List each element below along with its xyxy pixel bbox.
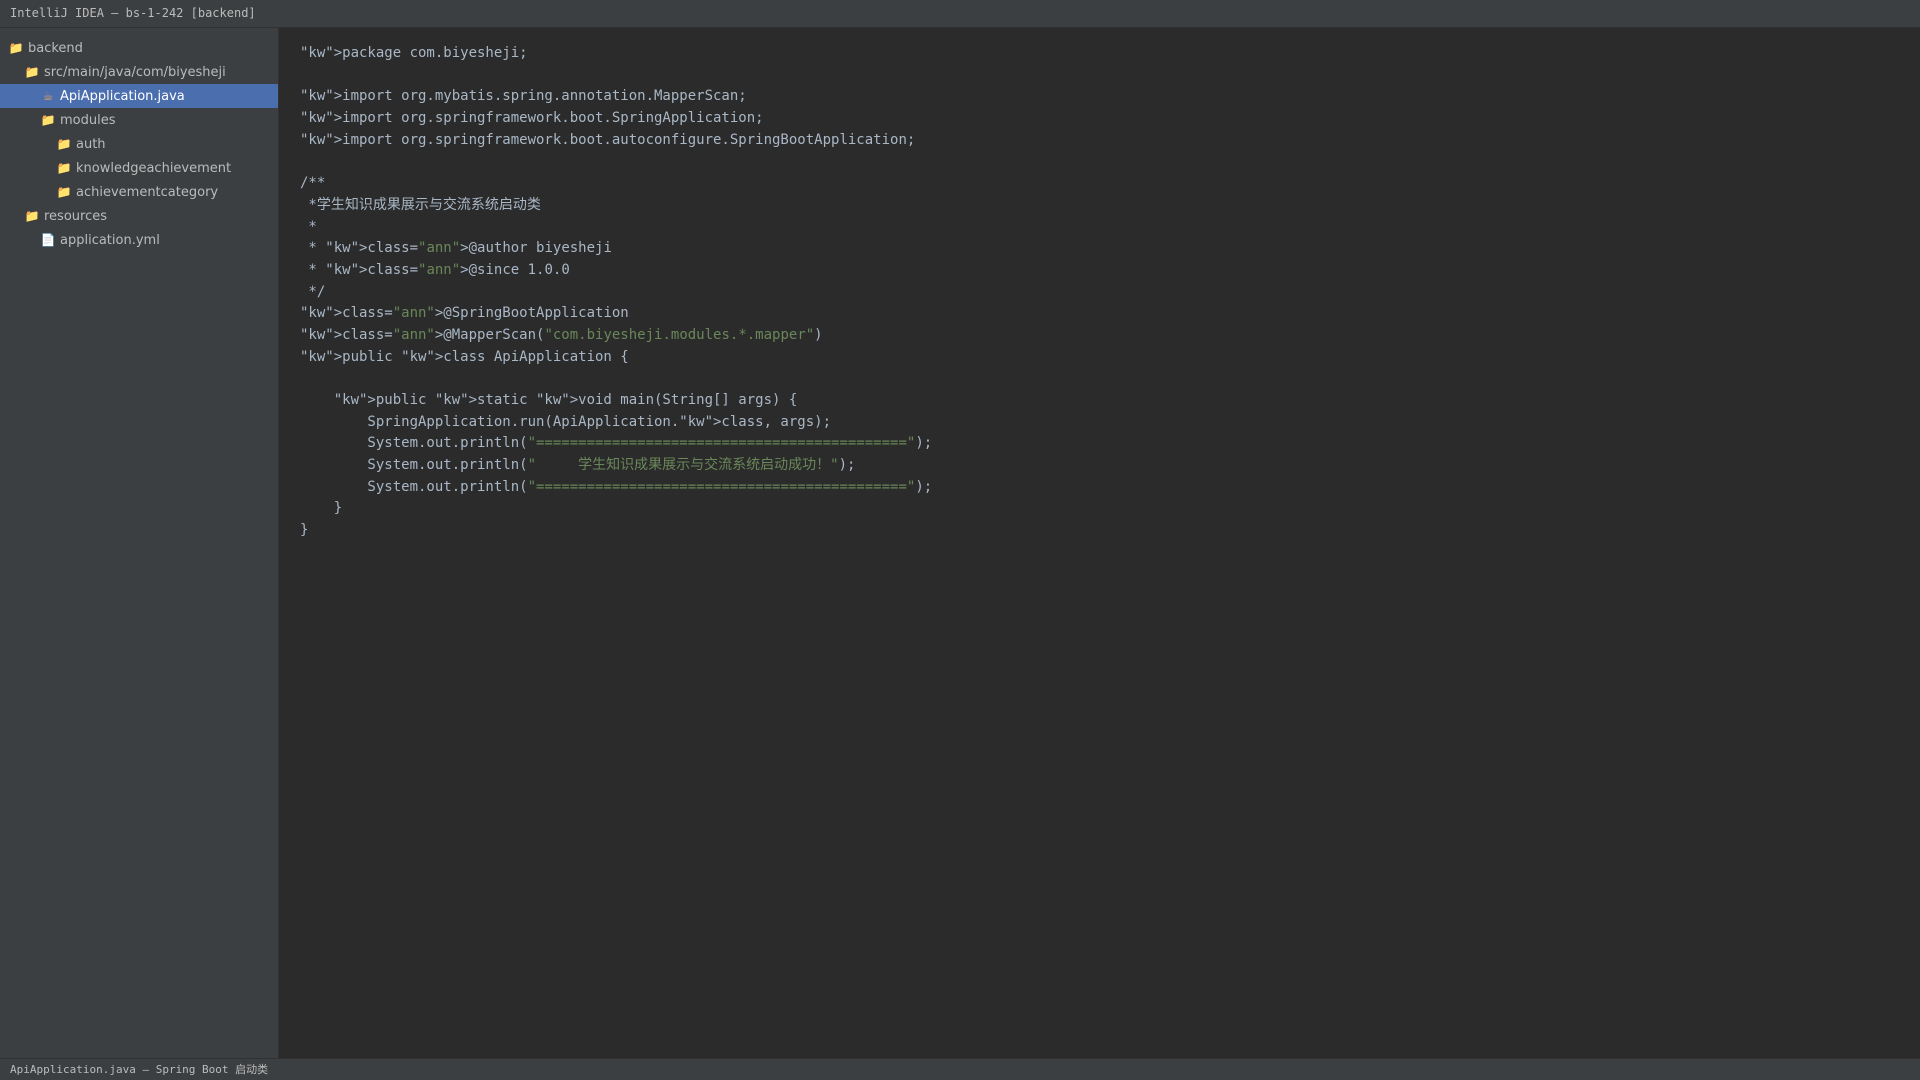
code-text: * "kw">class= xyxy=(300,240,419,257)
tree-item[interactable]: 📁 src/main/java/com/biyesheji xyxy=(0,60,278,84)
code-text: >@SpringBootApplication xyxy=(434,305,629,322)
code-line: * xyxy=(300,217,1920,239)
tree-item-label: modules xyxy=(60,113,116,128)
file-icon: 📄 xyxy=(40,233,56,247)
code-text: >@since 1.0.0 xyxy=(460,261,570,278)
code-text: *学生知识成果展示与交流系统启动类 xyxy=(300,196,541,213)
code-line: */ xyxy=(300,282,1920,304)
code-text: System.out.println( xyxy=(300,457,528,474)
tree-item-label: knowledgeachievement xyxy=(76,161,232,176)
code-text: "kw">import org.springframework.boot.Spr… xyxy=(300,110,764,127)
code-line: "kw">class="ann">@SpringBootApplication xyxy=(300,303,1920,325)
tree-item-label: backend xyxy=(28,41,83,56)
code-string: " 学生知识成果展示与交流系统启动成功！" xyxy=(527,457,839,474)
code-string: "ann" xyxy=(418,261,461,278)
tree-item[interactable]: 📁 resources xyxy=(0,204,278,228)
code-line: System.out.println(" 学生知识成果展示与交流系统启动成功！"… xyxy=(300,455,1920,477)
code-string: "ann" xyxy=(418,240,461,257)
code-line: "kw">import org.springframework.boot.aut… xyxy=(300,130,1920,152)
code-text: "kw">class= xyxy=(300,305,393,322)
code-line: "kw">public "kw">static "kw">void main(S… xyxy=(300,390,1920,412)
code-string: "ann" xyxy=(392,326,435,343)
code-line: } xyxy=(300,498,1920,520)
status-bar: ApiApplication.java — Spring Boot 启动类 xyxy=(0,1058,1920,1080)
code-text: ) xyxy=(814,326,823,343)
code-line: "kw">import org.springframework.boot.Spr… xyxy=(300,108,1920,130)
status-text: ApiApplication.java — Spring Boot 启动类 xyxy=(10,1063,269,1076)
code-text: } xyxy=(300,522,309,539)
code-text: */ xyxy=(300,283,326,300)
code-line: "kw">class="ann">@MapperScan("com.biyesh… xyxy=(300,325,1920,347)
code-line: System.out.println("====================… xyxy=(300,433,1920,455)
code-string: "com.biyesheji.modules.*.mapper" xyxy=(544,326,815,343)
tree-item-label: auth xyxy=(76,137,106,152)
code-text: "kw">class= xyxy=(300,326,393,343)
folder-icon: 📁 xyxy=(24,65,40,79)
code-line: SpringApplication.run(ApiApplication."kw… xyxy=(300,412,1920,434)
code-string: "=======================================… xyxy=(527,435,916,452)
folder-icon: 📁 xyxy=(40,113,56,127)
tree-item[interactable]: 📁 knowledgeachievement xyxy=(0,156,278,180)
tree-item-label: resources xyxy=(44,209,108,224)
tree-item-label: ApiApplication.java xyxy=(60,89,185,104)
tree-item[interactable]: 📁 achievementcategory xyxy=(0,180,278,204)
code-text: "kw">public "kw">static "kw">void main(S… xyxy=(300,392,798,408)
code-line: "kw">import org.mybatis.spring.annotatio… xyxy=(300,86,1920,108)
code-line: *学生知识成果展示与交流系统启动类 xyxy=(300,195,1920,217)
code-text: System.out.println( xyxy=(300,435,528,452)
code-text: ); xyxy=(838,457,856,474)
code-text: } xyxy=(300,500,343,517)
code-text: System.out.println( xyxy=(300,478,528,495)
code-line: * "kw">class="ann">@since 1.0.0 xyxy=(300,260,1920,282)
tree-item[interactable]: 📁 modules xyxy=(0,108,278,132)
tree-item-label: achievementcategory xyxy=(76,185,219,200)
tree-item[interactable]: ☕ ApiApplication.java xyxy=(0,84,278,108)
code-text: * xyxy=(300,218,317,235)
code-line: System.out.println("====================… xyxy=(300,477,1920,499)
ide-window: IntelliJ IDEA — bs-1-242 [backend] 📁 back… xyxy=(0,0,1920,1080)
tree-item[interactable]: 📁 backend xyxy=(0,36,278,60)
code-text: >@author biyesheji xyxy=(460,240,612,257)
code-text: "kw">package com.biyesheji; xyxy=(300,45,528,61)
tree-item[interactable]: 📁 auth xyxy=(0,132,278,156)
code-text: "kw">import org.springframework.boot.aut… xyxy=(300,131,916,148)
java-file-icon: ☕ xyxy=(42,89,54,103)
project-tree-panel: 📁 backend 📁 src/main/java/com/biyesheji ☕ Api… xyxy=(0,28,279,1058)
code-text: >@MapperScan( xyxy=(434,326,545,343)
code-text: SpringApplication.run(ApiApplication."kw… xyxy=(300,413,832,430)
folder-icon: 📁 xyxy=(24,209,40,223)
code-text: ); xyxy=(915,478,933,495)
code-text: "kw">import org.mybatis.spring.annotatio… xyxy=(300,88,747,105)
folder-icon: 📁 xyxy=(56,137,72,151)
tree-item-label: application.yml xyxy=(60,233,160,248)
code-line: /** xyxy=(300,173,1920,195)
window-title-bar: IntelliJ IDEA — bs-1-242 [backend] xyxy=(0,0,1920,28)
code-line: "kw">public "kw">class ApiApplication { xyxy=(300,347,1920,369)
code-text: ); xyxy=(915,435,933,452)
folder-icon: 📁 xyxy=(56,185,72,199)
code-editor[interactable]: "kw">package com.biyesheji; "kw">import … xyxy=(280,28,1920,1058)
code-line: "kw">package com.biyesheji; xyxy=(300,43,1920,65)
code-line: * "kw">class="ann">@author biyesheji xyxy=(300,238,1920,260)
folder-icon: 📁 xyxy=(56,161,72,175)
tree-item-label: src/main/java/com/biyesheji xyxy=(44,65,226,80)
code-text: "kw">public "kw">class ApiApplication { xyxy=(300,348,629,365)
code-text: * "kw">class= xyxy=(300,261,419,278)
code-line: } xyxy=(300,520,1920,542)
code-string: "=======================================… xyxy=(527,478,916,495)
code-string: "ann" xyxy=(392,305,435,322)
window-title: IntelliJ IDEA — bs-1-242 [backend] xyxy=(10,6,256,20)
tree-item[interactable]: 📄 application.yml xyxy=(0,228,278,252)
code-text: /** xyxy=(300,175,326,192)
folder-icon: 📁 xyxy=(8,41,24,55)
